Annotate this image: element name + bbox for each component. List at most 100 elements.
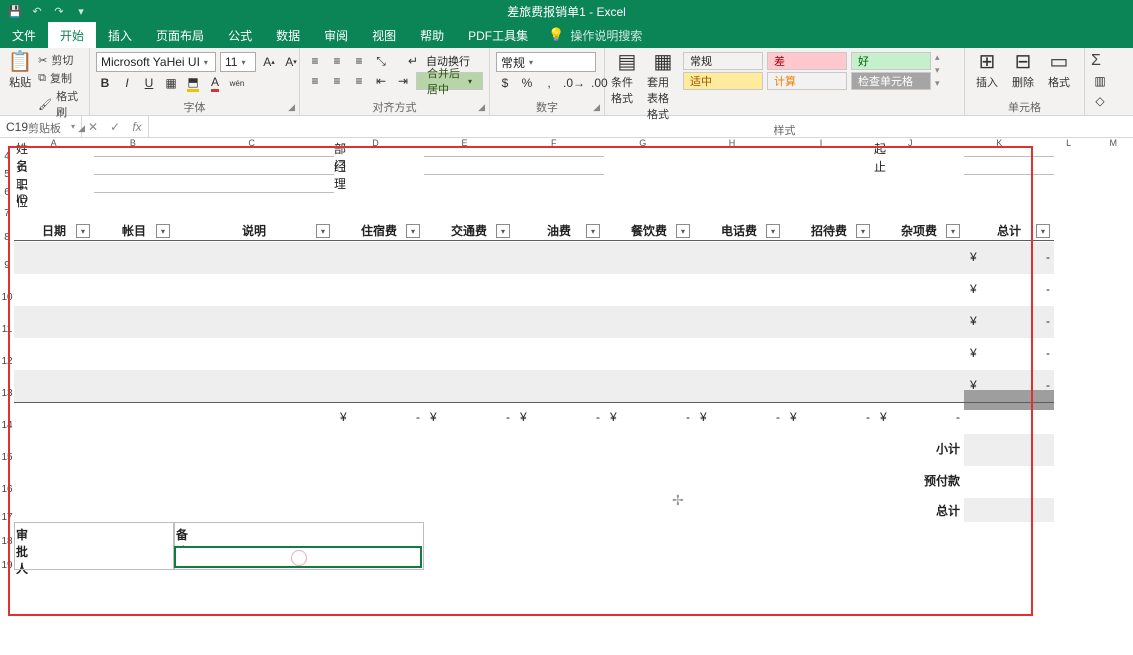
- increase-indent-icon[interactable]: ⇥: [394, 72, 412, 90]
- tab-insert[interactable]: 插入: [96, 22, 144, 48]
- align-middle-icon[interactable]: ≡: [328, 52, 346, 70]
- style-check[interactable]: 检查单元格: [851, 72, 931, 90]
- filter-button[interactable]: ▾: [946, 224, 960, 238]
- percent-format-icon[interactable]: %: [518, 74, 536, 92]
- orientation-icon[interactable]: ⤡: [372, 52, 390, 70]
- col-header[interactable]: E: [420, 138, 509, 148]
- col-header[interactable]: L: [1044, 138, 1094, 148]
- row-header[interactable]: 19: [0, 554, 14, 578]
- tab-view[interactable]: 视图: [360, 22, 408, 48]
- conditional-format-button[interactable]: ▤条件格式: [611, 52, 643, 106]
- col-header[interactable]: I: [777, 138, 866, 148]
- style-bad[interactable]: 差: [767, 52, 847, 70]
- filter-button[interactable]: ▾: [76, 224, 90, 238]
- tab-file[interactable]: 文件: [0, 22, 48, 48]
- autosum-icon[interactable]: Σ: [1091, 52, 1101, 70]
- filter-button[interactable]: ▾: [676, 224, 690, 238]
- format-cells-button[interactable]: ▭格式: [1043, 52, 1075, 90]
- filter-button[interactable]: ▾: [856, 224, 870, 238]
- tab-review[interactable]: 审阅: [312, 22, 360, 48]
- styles-scroll-down-icon[interactable]: ▾: [935, 65, 940, 76]
- filter-button[interactable]: ▾: [316, 224, 330, 238]
- decrease-font-icon[interactable]: A▾: [282, 53, 300, 71]
- col-header[interactable]: H: [687, 138, 776, 148]
- number-format-select[interactable]: 常规▾: [496, 52, 596, 72]
- row-header[interactable]: 4: [0, 148, 14, 166]
- font-size-select[interactable]: 11▾: [220, 52, 256, 72]
- align-right-icon[interactable]: ≡: [350, 72, 368, 90]
- save-icon[interactable]: 💾: [8, 4, 22, 18]
- increase-font-icon[interactable]: A▴: [260, 53, 278, 71]
- row-header[interactable]: 10: [0, 282, 14, 314]
- decrease-indent-icon[interactable]: ⇤: [372, 72, 390, 90]
- filter-button[interactable]: ▾: [406, 224, 420, 238]
- col-header[interactable]: B: [93, 138, 172, 148]
- row-header[interactable]: 8: [0, 226, 14, 250]
- font-color-button[interactable]: A: [206, 74, 224, 92]
- styles-scroll-up-icon[interactable]: ▴: [935, 52, 940, 63]
- tab-help[interactable]: 帮助: [408, 22, 456, 48]
- copy-button[interactable]: ⧉复制: [38, 70, 83, 86]
- dialog-launcher-icon[interactable]: ◢: [78, 123, 85, 134]
- row-header[interactable]: 5: [0, 166, 14, 184]
- tab-home[interactable]: 开始: [48, 22, 96, 48]
- col-header[interactable]: M: [1093, 138, 1133, 148]
- col-header[interactable]: K: [955, 138, 1044, 148]
- row-header[interactable]: 6: [0, 184, 14, 202]
- align-left-icon[interactable]: ≡: [306, 72, 324, 90]
- dialog-launcher-icon[interactable]: ◢: [288, 102, 295, 113]
- filter-button[interactable]: ▾: [586, 224, 600, 238]
- tab-formulas[interactable]: 公式: [216, 22, 264, 48]
- cancel-formula-icon[interactable]: ✕: [82, 120, 104, 134]
- styles-more-icon[interactable]: ▾: [935, 78, 940, 89]
- filter-button[interactable]: ▾: [1036, 224, 1050, 238]
- bold-button[interactable]: B: [96, 74, 114, 92]
- row-header[interactable]: 18: [0, 530, 14, 554]
- filter-button[interactable]: ▾: [496, 224, 510, 238]
- undo-icon[interactable]: ↶: [30, 4, 44, 18]
- paste-button[interactable]: 📋 粘贴: [6, 52, 34, 90]
- cut-button[interactable]: ✂剪切: [38, 52, 83, 68]
- increase-decimal-icon[interactable]: .0→: [562, 74, 586, 92]
- filter-button[interactable]: ▾: [766, 224, 780, 238]
- worksheet-grid[interactable]: ABCDEFGHIJKLM 45678910111213141516171819…: [0, 138, 1133, 655]
- style-calc[interactable]: 计算: [767, 72, 847, 90]
- enter-formula-icon[interactable]: ✓: [104, 120, 126, 134]
- merge-center-button[interactable]: 合并后居中 ▾: [416, 72, 483, 90]
- tab-layout[interactable]: 页面布局: [144, 22, 216, 48]
- row-header[interactable]: 7: [0, 202, 14, 226]
- phonetic-button[interactable]: wén: [228, 74, 246, 92]
- dialog-launcher-icon[interactable]: ◢: [478, 102, 485, 113]
- style-normal[interactable]: 常规: [683, 52, 763, 70]
- fx-icon[interactable]: fx: [126, 120, 148, 134]
- col-header[interactable]: G: [598, 138, 687, 148]
- dialog-launcher-icon[interactable]: ◢: [593, 102, 600, 113]
- tab-data[interactable]: 数据: [264, 22, 312, 48]
- row-header[interactable]: 13: [0, 378, 14, 410]
- border-button[interactable]: ▦: [162, 74, 180, 92]
- wrap-text-button[interactable]: ↵: [404, 52, 422, 70]
- fill-icon[interactable]: ▥: [1091, 72, 1109, 90]
- delete-cells-button[interactable]: ⊟删除: [1007, 52, 1039, 90]
- row-header[interactable]: 11: [0, 314, 14, 346]
- accounting-format-icon[interactable]: $: [496, 74, 514, 92]
- row-header[interactable]: 16: [0, 474, 14, 506]
- style-neutral[interactable]: 适中: [683, 72, 763, 90]
- row-header[interactable]: 14: [0, 410, 14, 442]
- fill-color-button[interactable]: ⬒: [184, 74, 202, 92]
- align-top-icon[interactable]: ≡: [306, 52, 324, 70]
- row-header[interactable]: 9: [0, 250, 14, 282]
- row-header[interactable]: 12: [0, 346, 14, 378]
- col-header[interactable]: C: [172, 138, 330, 148]
- col-header[interactable]: F: [509, 138, 598, 148]
- qat-more-icon[interactable]: ▾: [74, 4, 88, 18]
- italic-button[interactable]: I: [118, 74, 136, 92]
- comma-format-icon[interactable]: ,: [540, 74, 558, 92]
- clear-icon[interactable]: ◇: [1091, 92, 1109, 110]
- filter-button[interactable]: ▾: [156, 224, 170, 238]
- tell-me[interactable]: 💡 操作说明搜索: [548, 22, 642, 48]
- tab-pdf[interactable]: PDF工具集: [456, 22, 540, 48]
- redo-icon[interactable]: ↷: [52, 4, 66, 18]
- align-bottom-icon[interactable]: ≡: [350, 52, 368, 70]
- row-header[interactable]: 17: [0, 506, 14, 530]
